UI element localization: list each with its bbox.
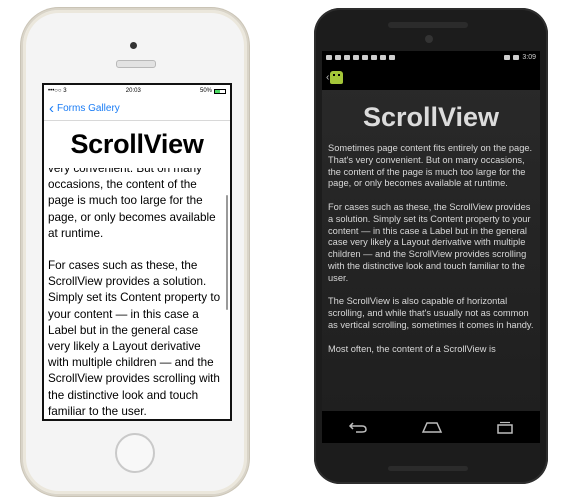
bottom-speaker (388, 466, 468, 471)
notification-icon (344, 55, 350, 60)
battery-icon (513, 55, 520, 60)
paragraph: The ScrollView is also capable of horizo… (328, 296, 534, 330)
android-action-bar: ‹ (322, 64, 540, 90)
chevron-left-icon: ‹ (49, 100, 54, 117)
scroll-view[interactable]: very convenient. But on many occasions, … (48, 168, 222, 419)
ios-navigation-bar: ‹ Forms Gallery (44, 97, 230, 121)
notification-icon (335, 55, 341, 60)
paragraph: Most often, the content of a ScrollView … (328, 343, 496, 354)
ios-back-button[interactable]: ‹ Forms Gallery (49, 101, 120, 116)
android-device: 3:09 ‹ ScrollView Sometimes page content… (314, 8, 548, 484)
notification-icon (389, 55, 395, 60)
scroll-indicator (226, 195, 228, 310)
android-time: 3:09 (522, 54, 536, 61)
notification-icon (353, 55, 359, 60)
notification-icon (380, 55, 386, 60)
ios-screen: •••○○ 3 20:03 50% ‹ Forms Gallery Scroll… (42, 83, 232, 421)
paragraph: For cases such as these, the ScrollView … (48, 259, 221, 418)
recents-icon[interactable] (496, 421, 514, 434)
ios-carrier: •••○○ 3 (48, 88, 67, 94)
scroll-view[interactable]: Sometimes page content fits entirely on … (328, 143, 536, 408)
notification-icon (362, 55, 368, 60)
android-screen: 3:09 ‹ ScrollView Sometimes page content… (322, 51, 540, 443)
paragraph: For cases such as these, the ScrollView … (328, 201, 531, 283)
ios-time: 20:03 (125, 88, 141, 94)
back-icon[interactable] (348, 421, 368, 433)
battery-icon (214, 88, 226, 94)
chevron-left-icon: ‹ (326, 71, 330, 83)
iphone-device: •••○○ 3 20:03 50% ‹ Forms Gallery Scroll… (21, 8, 249, 496)
android-navigation-bar (322, 411, 540, 443)
notification-icons (326, 55, 395, 60)
signal-icon (504, 55, 511, 60)
scroll-content: very convenient. But on many occasions, … (48, 168, 222, 419)
paragraph: very convenient. But on many occasions, … (48, 168, 216, 240)
page-title: ScrollView (70, 129, 204, 159)
ios-status-bar: •••○○ 3 20:03 50% (44, 85, 230, 97)
page-title: ScrollView (362, 102, 500, 132)
back-button-label: Forms Gallery (57, 103, 120, 114)
earpiece-speaker (116, 60, 156, 68)
top-speaker (388, 22, 468, 28)
up-button[interactable]: ‹ (326, 70, 344, 84)
home-icon[interactable] (421, 421, 443, 433)
android-status-bar: 3:09 (322, 51, 540, 64)
front-camera-icon (425, 35, 433, 43)
notification-icon (371, 55, 377, 60)
paragraph: Sometimes page content fits entirely on … (328, 143, 533, 189)
android-app-icon (330, 70, 344, 84)
notification-icon (326, 55, 332, 60)
scroll-content: Sometimes page content fits entirely on … (328, 143, 536, 355)
ios-battery-percent: 50% (199, 88, 212, 94)
home-button[interactable] (115, 433, 155, 473)
front-camera-icon (130, 42, 137, 49)
